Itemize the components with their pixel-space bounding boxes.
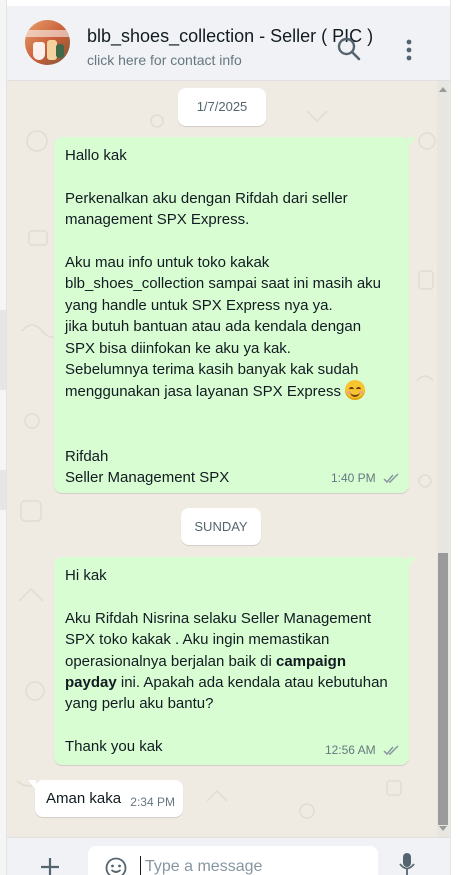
date-divider-1: 1/7/2025 [178,88,266,126]
mic-icon[interactable] [399,852,415,875]
double-check-icon [383,473,399,484]
smiling-emoji-icon [345,380,366,401]
message-input[interactable] [140,856,375,875]
message-text: Hi kak Aku Rifdah Nisrina selaku Seller … [65,567,388,756]
message-line: payday ini. Apakah ada kendala atau kebu… [65,674,388,692]
scroll-down-arrow-icon[interactable] [439,826,447,831]
line-with-emoji: menggunakan jasa layanan SPX Express [65,380,366,401]
date-label: 1/7/2025 [196,99,248,114]
plus-icon[interactable] [39,856,61,875]
bold-text: campaign [275,652,347,670]
message-meta: 12:56 AM [325,740,401,761]
contact-name[interactable]: blb_shoes_collection - Seller ( PIC ) [87,26,373,47]
double-check-icon [383,745,399,756]
contact-info-hint[interactable]: click here for contact info [87,52,242,68]
message-bubble-outgoing-1[interactable]: Hallo kak Perkenalkan aku dengan Rifdah … [54,137,416,493]
message-text: Hallo kak Perkenalkan aku dengan Rifdah … [65,147,382,487]
message-text: Aman kaka [46,790,122,807]
message-time: 1:40 PM [330,470,376,485]
message-time: 2:34 PM [130,794,175,809]
message-line: operasionalnya berjalan baik di campaign [65,652,347,670]
bold-text: payday [65,674,117,692]
message-bubble-incoming-1[interactable]: Aman kaka 2:34 PM [28,780,183,817]
menu-dots-icon[interactable] [399,38,419,62]
message-time: 12:56 AM [324,742,376,757]
date-divider-2: SUNDAY [181,508,261,545]
message-composer [7,837,450,875]
emoji-icon[interactable] [104,856,128,875]
chat-window: blb_shoes_collection - Seller ( PIC ) cl… [6,0,451,875]
message-meta: 1:40 PM [331,468,401,489]
scrollbar-thumb[interactable] [438,553,448,825]
search-icon[interactable] [336,36,362,62]
date-label: SUNDAY [194,519,248,534]
message-input-box[interactable] [88,846,378,875]
message-list[interactable]: 1/7/2025 Hallo kak Perkenalkan aku denga… [7,81,450,837]
contact-avatar[interactable] [25,20,70,65]
chat-header[interactable]: blb_shoes_collection - Seller ( PIC ) cl… [7,6,450,81]
message-bubble-outgoing-2[interactable]: Hi kak Aku Rifdah Nisrina selaku Seller … [54,557,416,765]
scroll-up-arrow-icon[interactable] [439,87,447,92]
